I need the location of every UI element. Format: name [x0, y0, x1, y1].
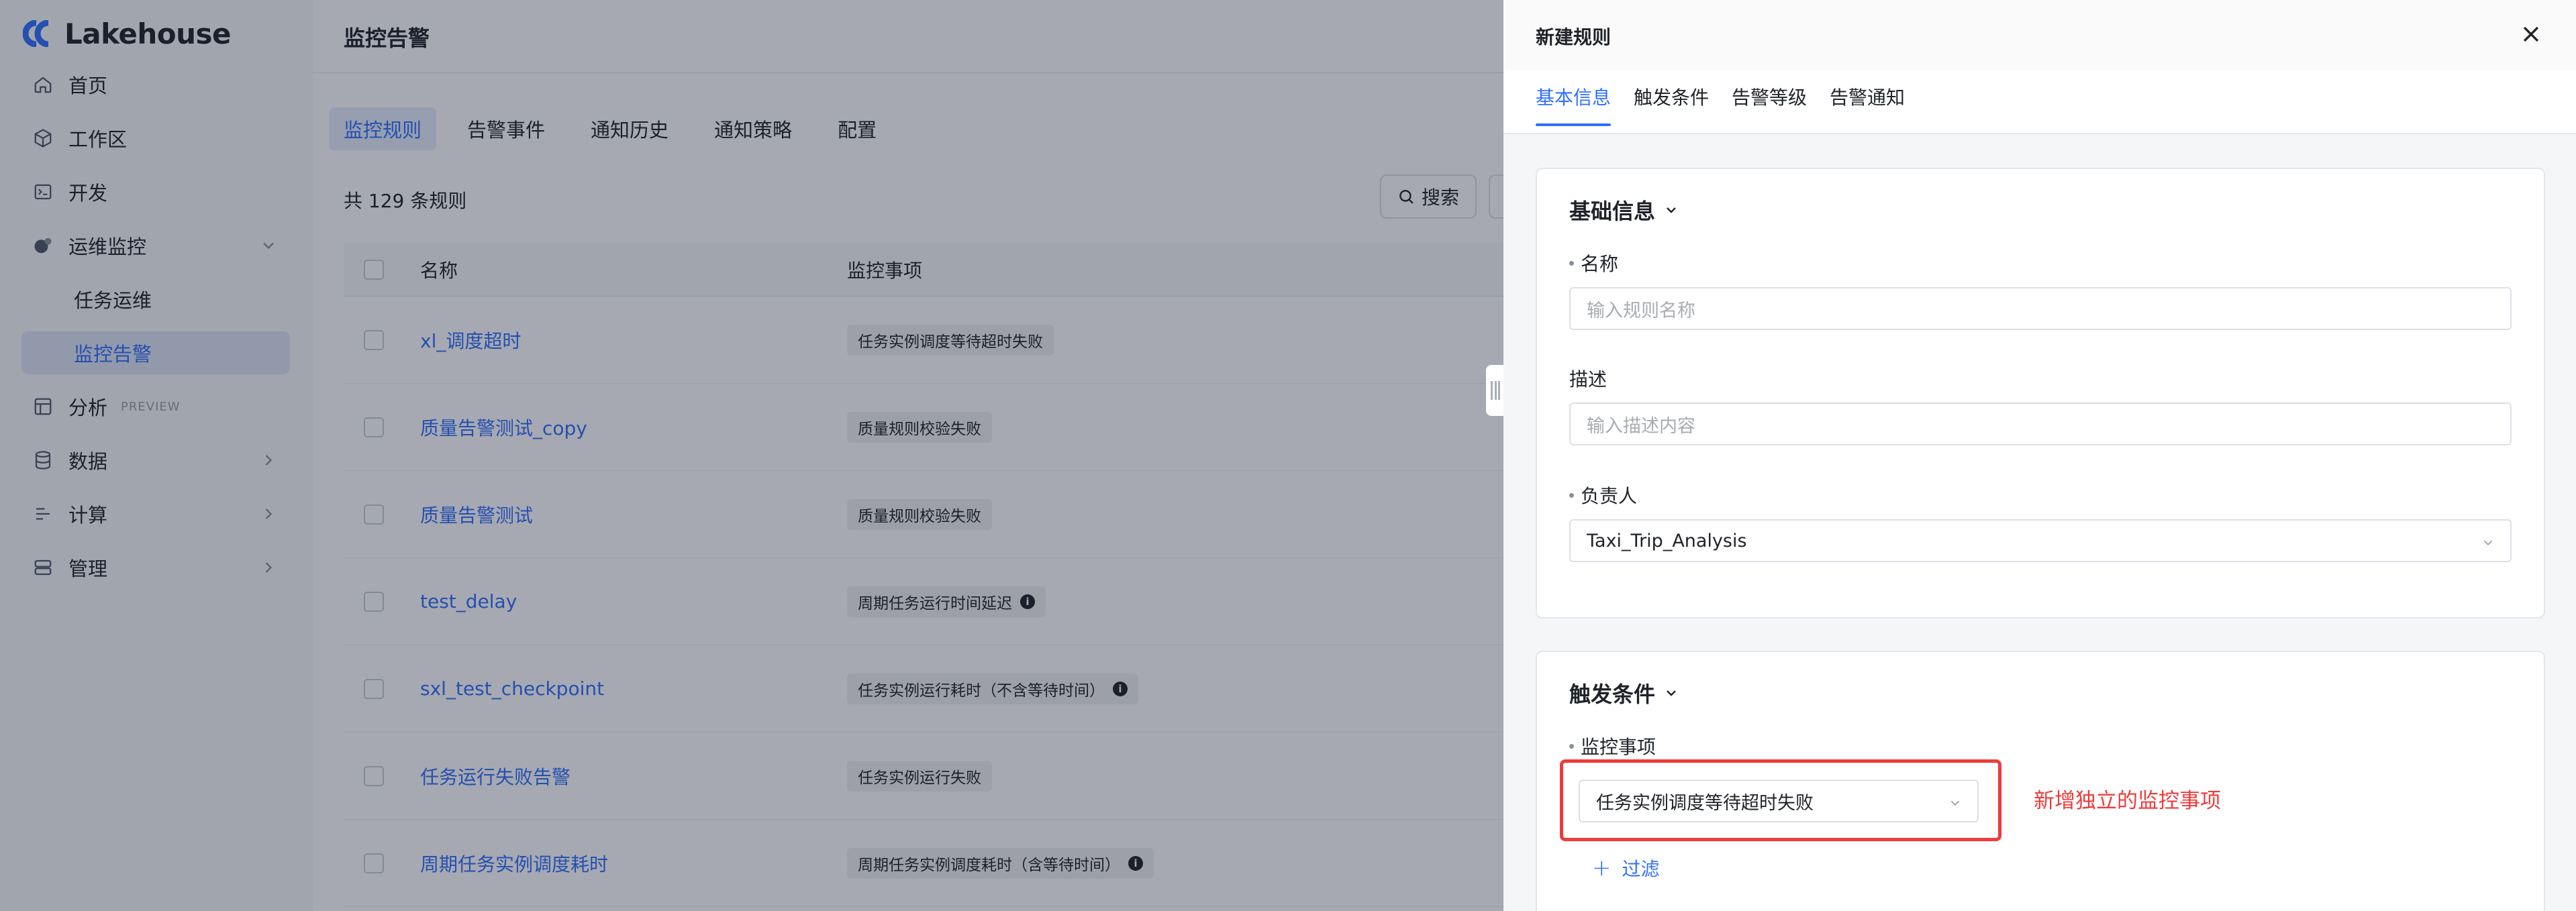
modal-overlay[interactable]	[0, 0, 1503, 911]
placeholder-text: 输入规则名称	[1587, 300, 1695, 321]
tab-basic-info[interactable]: 基本信息	[1536, 83, 1612, 126]
chevron-down-icon	[2483, 540, 2493, 546]
description-label: 描述	[1569, 365, 1607, 392]
required-dot	[1569, 260, 1574, 266]
label-text: 名称	[1581, 253, 1619, 275]
monitor-item-label: 监控事项	[1569, 733, 1656, 759]
tab-alert-level[interactable]: 告警等级	[1732, 83, 1807, 126]
trigger-section-toggle[interactable]: 触发条件	[1569, 678, 1679, 708]
basic-info-card: 基础信息 名称 输入规则名称 描述 输入描述内容 负责人 Taxi_Trip_A…	[1536, 168, 2545, 619]
label-text: 负责人	[1581, 485, 1638, 507]
chevron-down-icon	[1950, 800, 1960, 806]
label-text: 监控事项	[1581, 736, 1656, 758]
close-icon[interactable]	[2520, 23, 2542, 46]
required-dot	[1569, 492, 1574, 498]
tab-trigger-conditions[interactable]: 触发条件	[1634, 83, 1709, 126]
select-value: 任务实例调度等待超时失败	[1596, 792, 1814, 814]
chevron-down-icon	[1667, 690, 1676, 696]
owner-select[interactable]: Taxi_Trip_Analysis	[1569, 519, 2512, 562]
name-label: 名称	[1569, 250, 1618, 276]
label-text: 描述	[1569, 368, 1607, 390]
placeholder-text: 输入描述内容	[1587, 415, 1695, 437]
required-dot	[1569, 743, 1574, 749]
section-title: 基础信息	[1569, 199, 1656, 224]
monitor-item-select[interactable]: 任务实例调度等待超时失败	[1579, 780, 1979, 822]
select-value: Taxi_Trip_Analysis	[1587, 530, 1747, 551]
app-root: Lakehouse 首页 工作区 开发 运维监控 任务运维 监控告警 分析 PR…	[0, 0, 2576, 911]
basic-info-section-toggle[interactable]: 基础信息	[1569, 195, 1679, 225]
description-input[interactable]: 输入描述内容	[1569, 403, 2512, 445]
tab-alert-notification[interactable]: 告警通知	[1830, 83, 1905, 126]
chevron-down-icon	[1667, 207, 1676, 213]
add-filter-button[interactable]: + 过滤	[1592, 855, 1660, 881]
section-title: 触发条件	[1569, 682, 1656, 707]
owner-label: 负责人	[1569, 482, 1637, 508]
plus-icon: +	[1592, 855, 1612, 881]
drawer-tabs: 基本信息 触发条件 告警等级 告警通知	[1536, 83, 1928, 126]
annotation-text: 新增独立的监控事项	[2034, 789, 2221, 813]
grip-icon	[1491, 381, 1500, 400]
drawer-title: 新建规则	[1536, 26, 1612, 48]
drawer-header: 新建规则	[1503, 0, 2576, 70]
filter-label: 过滤	[1622, 858, 1660, 880]
rule-name-input[interactable]: 输入规则名称	[1569, 287, 2512, 330]
drawer-resize-handle[interactable]	[1486, 365, 1505, 416]
